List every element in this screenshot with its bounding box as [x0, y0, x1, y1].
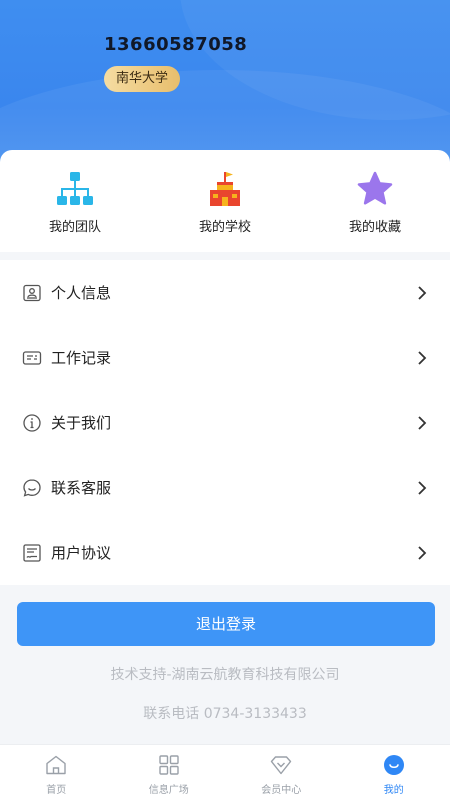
tab-label: 信息广场: [148, 785, 189, 796]
menu-item-customer-service[interactable]: 联系客服: [0, 455, 450, 520]
quick-label: 我的学校: [198, 220, 251, 235]
tab-label: 会员中心: [261, 785, 302, 796]
tech-support-text: 技术支持-湖南云航教育科技有限公司: [110, 667, 340, 683]
tab-label: 首页: [46, 785, 67, 796]
quick-label: 我的收藏: [348, 220, 401, 235]
quick-item-team[interactable]: 我的团队: [0, 150, 150, 252]
chevron-right-icon: [418, 285, 427, 300]
quick-item-school[interactable]: 我的学校: [150, 150, 300, 252]
grid-icon: [159, 755, 179, 775]
chevron-right-icon: [418, 545, 427, 560]
menu-label: 工作记录: [51, 349, 112, 367]
menu-label: 关于我们: [51, 414, 112, 432]
chat-icon: [22, 478, 42, 498]
tab-label: 我的: [383, 785, 404, 796]
quick-actions: 我的团队 我的学校 我的收藏: [0, 150, 450, 252]
menu-item-about-us[interactable]: 关于我们: [0, 390, 450, 455]
menu-label: 用户协议: [51, 544, 112, 562]
chevron-right-icon: [418, 480, 427, 495]
agreement-icon: [22, 543, 42, 563]
menu-item-user-agreement[interactable]: 用户协议: [0, 520, 450, 585]
chevron-right-icon: [418, 350, 427, 365]
menu-item-work-records[interactable]: 工作记录: [0, 325, 450, 390]
contact-phone-text: 联系电话 0734-3133433: [143, 706, 307, 722]
team-icon: [57, 172, 93, 205]
bottom-tab-bar: 首页 信息广场 会员中心 我的: [0, 744, 450, 800]
user-phone: 13660587058: [104, 34, 248, 55]
id-card-icon: [22, 283, 42, 303]
tab-info-square[interactable]: 信息广场: [113, 745, 226, 800]
star-icon: [357, 171, 393, 205]
home-icon: [46, 755, 66, 775]
school-badge: 南华大学: [104, 66, 181, 92]
tab-home[interactable]: 首页: [0, 745, 113, 800]
tab-member-center[interactable]: 会员中心: [225, 745, 338, 800]
diamond-icon: [271, 756, 292, 775]
record-icon: [22, 348, 42, 368]
menu-label: 个人信息: [51, 284, 112, 302]
settings-menu: 个人信息 工作记录 关于我们 联系客服 用户协议: [0, 260, 450, 585]
quick-item-favorites[interactable]: 我的收藏: [300, 150, 450, 252]
chevron-right-icon: [418, 415, 427, 430]
info-icon: [22, 413, 42, 433]
menu-item-personal-info[interactable]: 个人信息: [0, 260, 450, 325]
quick-label: 我的团队: [48, 220, 101, 235]
tab-mine[interactable]: 我的: [338, 745, 450, 800]
logout-button[interactable]: 退出登录: [17, 602, 435, 646]
school-icon: [210, 172, 240, 206]
menu-label: 联系客服: [51, 479, 112, 497]
profile-icon: [383, 755, 404, 775]
